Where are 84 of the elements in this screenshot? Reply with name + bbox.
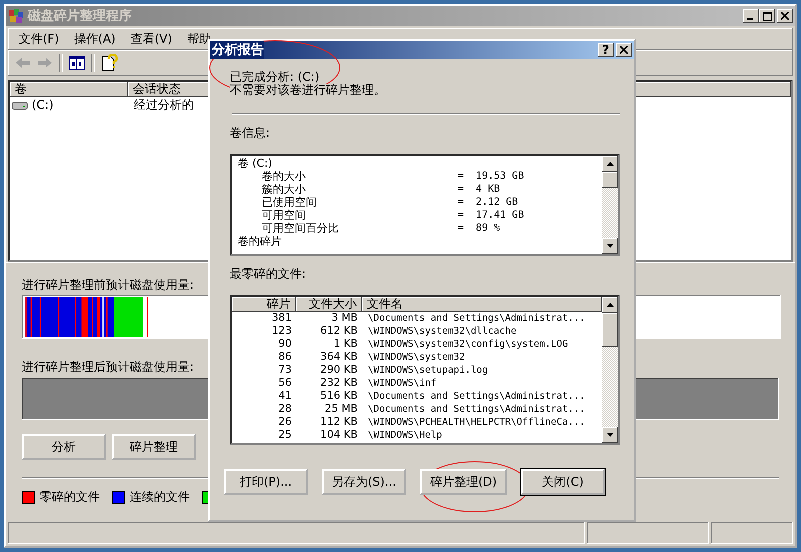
table-cell-text: 56: [278, 377, 293, 390]
column-header[interactable]: 碎片: [232, 297, 296, 312]
column-header[interactable]: 文件名: [362, 297, 602, 312]
action-button[interactable]: 碎片整理: [112, 434, 196, 460]
table-cell-text: \WINDOWS\setupapi.log: [367, 364, 490, 377]
scroll-thumb[interactable]: [602, 172, 618, 188]
info-label: 可用空间百分比: [262, 222, 340, 235]
table-cell-text: 3 MB: [330, 312, 359, 325]
table-cell-text: \WINDOWS\inf: [367, 377, 438, 390]
panel-icon[interactable]: [69, 56, 85, 70]
section-label: 卷信息:: [230, 127, 270, 140]
table-cell-text: 25 MB: [324, 403, 359, 416]
table-cell-text: \Documents and Settings\Administrat...: [367, 390, 586, 403]
volume-row[interactable]: (C:) 经过分析的: [10, 97, 791, 113]
maximize-icon: [762, 12, 772, 20]
table-cell-text: 290 KB: [320, 364, 359, 377]
scroll-down-icon: [606, 244, 614, 248]
menu-item[interactable]: 操作(A): [68, 30, 125, 48]
info-value: = 89 %: [458, 222, 500, 235]
scroll-up-icon: [606, 303, 614, 307]
info-value: = 19.53 GB: [458, 170, 524, 183]
info-label: 已使用空间: [262, 196, 318, 209]
table-cell-text: 364 KB: [320, 351, 359, 364]
column-header[interactable]: 卷: [10, 82, 128, 97]
help-button[interactable]: ?: [598, 43, 614, 57]
close-button[interactable]: [616, 43, 632, 57]
section-label: 最零碎的文件:: [230, 268, 306, 281]
table-cell-text: 28: [278, 403, 293, 416]
info-value: = 2.12 GB: [458, 196, 518, 209]
table-cell-text: 1 KB: [332, 338, 359, 351]
table-cell-text: 104 KB: [320, 429, 359, 442]
help-document-icon[interactable]: [101, 54, 119, 72]
table-cell-text: \WINDOWS\PCHEALTH\HELPCTR\OfflineCa...: [367, 416, 586, 429]
table-cell-text: \Documents and Settings\Administrat...: [367, 403, 586, 416]
dialog-button[interactable]: 另存为(S)...: [322, 469, 406, 495]
scrollbar[interactable]: [602, 156, 618, 254]
close-icon: [781, 12, 789, 20]
analysis-summary: 已完成分析: (C:): [230, 71, 320, 84]
legend-label: 零碎的文件: [40, 489, 100, 506]
table-cell-text: 73: [278, 364, 293, 377]
section-label: 进行碎片整理前预计磁盘使用量:: [22, 277, 194, 293]
window-title: 磁盘碎片整理程序: [28, 8, 132, 25]
dialog-button[interactable]: 关闭(C): [521, 469, 606, 495]
column-header[interactable]: 文件大小: [296, 297, 362, 312]
menu-item[interactable]: 文件(F): [13, 30, 68, 48]
table-cell-text: 86: [278, 351, 293, 364]
legend-label: 连续的文件: [130, 489, 190, 506]
table-cell-text: 25: [278, 429, 293, 442]
table-cell-text: 90: [278, 338, 293, 351]
table-cell-text: 41: [278, 390, 293, 403]
scroll-down-icon: [606, 433, 614, 437]
menu-item[interactable]: 查看(V): [124, 30, 182, 48]
dialog-button[interactable]: 打印(P)...: [224, 469, 308, 495]
info-label: 簇的大小: [262, 183, 307, 196]
table-cell-text: \WINDOWS\system32: [367, 351, 466, 364]
session-status: 经过分析的: [133, 96, 195, 114]
app-icon: [8, 8, 24, 24]
info-group-label: 卷 (C:): [238, 157, 274, 170]
table-cell-text: 123: [270, 325, 293, 338]
action-button[interactable]: 分析: [22, 434, 106, 460]
dialog-button[interactable]: 碎片整理(D): [420, 469, 508, 495]
dialog-title: 分析报告: [212, 41, 264, 59]
volume-name: (C:): [32, 98, 54, 112]
table-cell-text: \WINDOWS\system32\dllcache: [367, 325, 518, 338]
scrollbar[interactable]: [602, 297, 618, 443]
table-cell-text: \WINDOWS\Help: [367, 429, 444, 442]
info-value: = 17.41 GB: [458, 209, 524, 222]
drive-icon: [12, 100, 28, 110]
table-cell-text: \Documents and Settings\Administrat...: [367, 312, 586, 325]
info-group-label: 卷的碎片: [238, 235, 283, 248]
table-cell-text: 112 KB: [320, 416, 359, 429]
scroll-up-icon: [606, 162, 614, 166]
table-cell-text: 26: [278, 416, 293, 429]
scroll-thumb[interactable]: [602, 313, 618, 347]
table-cell-text: 612 KB: [320, 325, 359, 338]
table-cell-text: 232 KB: [320, 377, 359, 390]
section-label: 进行碎片整理后预计磁盘使用量:: [22, 359, 194, 375]
table-cell-text: \WINDOWS\system32\config\system.LOG: [367, 338, 570, 351]
close-icon: [620, 46, 628, 54]
info-value: = 4 KB: [458, 183, 500, 196]
table-cell-text: 516 KB: [320, 390, 359, 403]
table-cell-text: 381: [270, 312, 293, 325]
info-label: 卷的大小: [262, 170, 307, 183]
info-label: 可用空间: [262, 209, 307, 222]
